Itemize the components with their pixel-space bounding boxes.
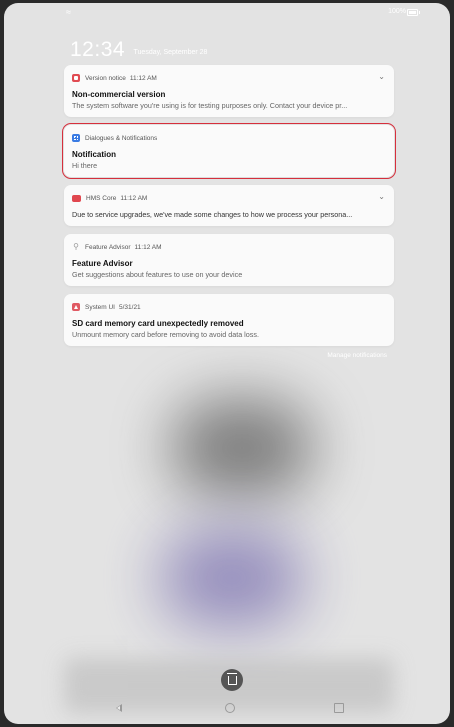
notification-app-name: System UI: [85, 303, 115, 311]
notification-body: Hi there: [72, 161, 98, 170]
notification-title: Notification: [72, 150, 116, 159]
notification-card-dialogues[interactable]: Dialogues & Notifications Notification H…: [62, 123, 396, 179]
notification-time: 11:12 AM: [120, 194, 148, 202]
notification-body: Get suggestions about features to use on…: [72, 270, 243, 279]
chevron-down-icon[interactable]: ⌄: [378, 72, 385, 81]
notification-title: Non-commercial version: [72, 90, 166, 99]
manage-notifications-link[interactable]: Manage notifications: [327, 352, 387, 359]
notification-app-name: HMS Core: [86, 194, 117, 202]
trash-icon: [226, 672, 237, 685]
notification-app-name: Feature Advisor: [85, 243, 131, 251]
notification-time: 11:12 AM: [129, 74, 157, 82]
version-notice-icon: [72, 74, 80, 82]
lock-clock: 12:34 Tuesday, September 28: [70, 38, 207, 62]
notification-time: 5/31/21: [118, 303, 141, 311]
blurred-wallpaper-shape: [162, 528, 302, 628]
notification-body: Due to service upgrades, we've made some…: [72, 210, 353, 219]
clear-all-button[interactable]: [221, 669, 243, 691]
clock-date: Tuesday, September 28: [133, 49, 208, 56]
notification-card-hms-core[interactable]: HMS Core 11:12 AM ⌄ Due to service upgra…: [64, 185, 394, 226]
notification-card-system-ui[interactable]: System UI 5/31/21 SD card memory card un…: [64, 294, 394, 346]
notification-title: Feature Advisor: [72, 259, 133, 268]
notification-time: 11:12 AM: [134, 243, 162, 251]
navigation-bar: [4, 696, 450, 724]
notification-header: Version notice 11:12 AM: [72, 72, 384, 84]
notification-header: HMS Core 11:12 AM: [72, 192, 384, 204]
notification-list: Version notice 11:12 AM ⌄ Non-commercial…: [62, 65, 396, 354]
feature-advisor-icon: ⚲: [73, 242, 79, 251]
notification-app-name: Dialogues & Notifications: [85, 134, 158, 142]
notification-header: ⚲ Feature Advisor 11:12 AM: [72, 241, 384, 253]
recents-icon[interactable]: [334, 703, 344, 713]
back-icon[interactable]: [116, 704, 122, 712]
notification-header: Dialogues & Notifications: [72, 132, 384, 144]
lock-screen: ≈ 100% 12:34 Tuesday, September 28 Versi…: [4, 3, 450, 724]
notification-app-name: Version notice: [85, 74, 126, 82]
blurred-wallpaper-shape: [172, 398, 312, 498]
clock-time: 12:34: [70, 38, 126, 61]
status-bar: ≈ 100%: [4, 3, 450, 21]
battery-percent: 100%: [388, 8, 406, 15]
system-ui-icon: [72, 303, 80, 311]
notification-title: SD card memory card unexpectedly removed: [72, 319, 244, 328]
notification-body: The system software you're using is for …: [72, 101, 348, 110]
chevron-down-icon[interactable]: ⌄: [378, 192, 385, 201]
home-icon[interactable]: [225, 703, 235, 713]
dialogues-app-icon: [72, 134, 80, 142]
hms-core-icon: [72, 194, 81, 202]
notification-body: Unmount memory card before removing to a…: [72, 330, 259, 339]
notification-card-version-notice[interactable]: Version notice 11:12 AM ⌄ Non-commercial…: [64, 65, 394, 117]
notification-card-feature-advisor[interactable]: ⚲ Feature Advisor 11:12 AM Feature Advis…: [64, 234, 394, 286]
battery-icon: [407, 9, 420, 16]
wifi-icon: ≈: [66, 7, 71, 17]
notification-header: System UI 5/31/21: [72, 301, 384, 313]
